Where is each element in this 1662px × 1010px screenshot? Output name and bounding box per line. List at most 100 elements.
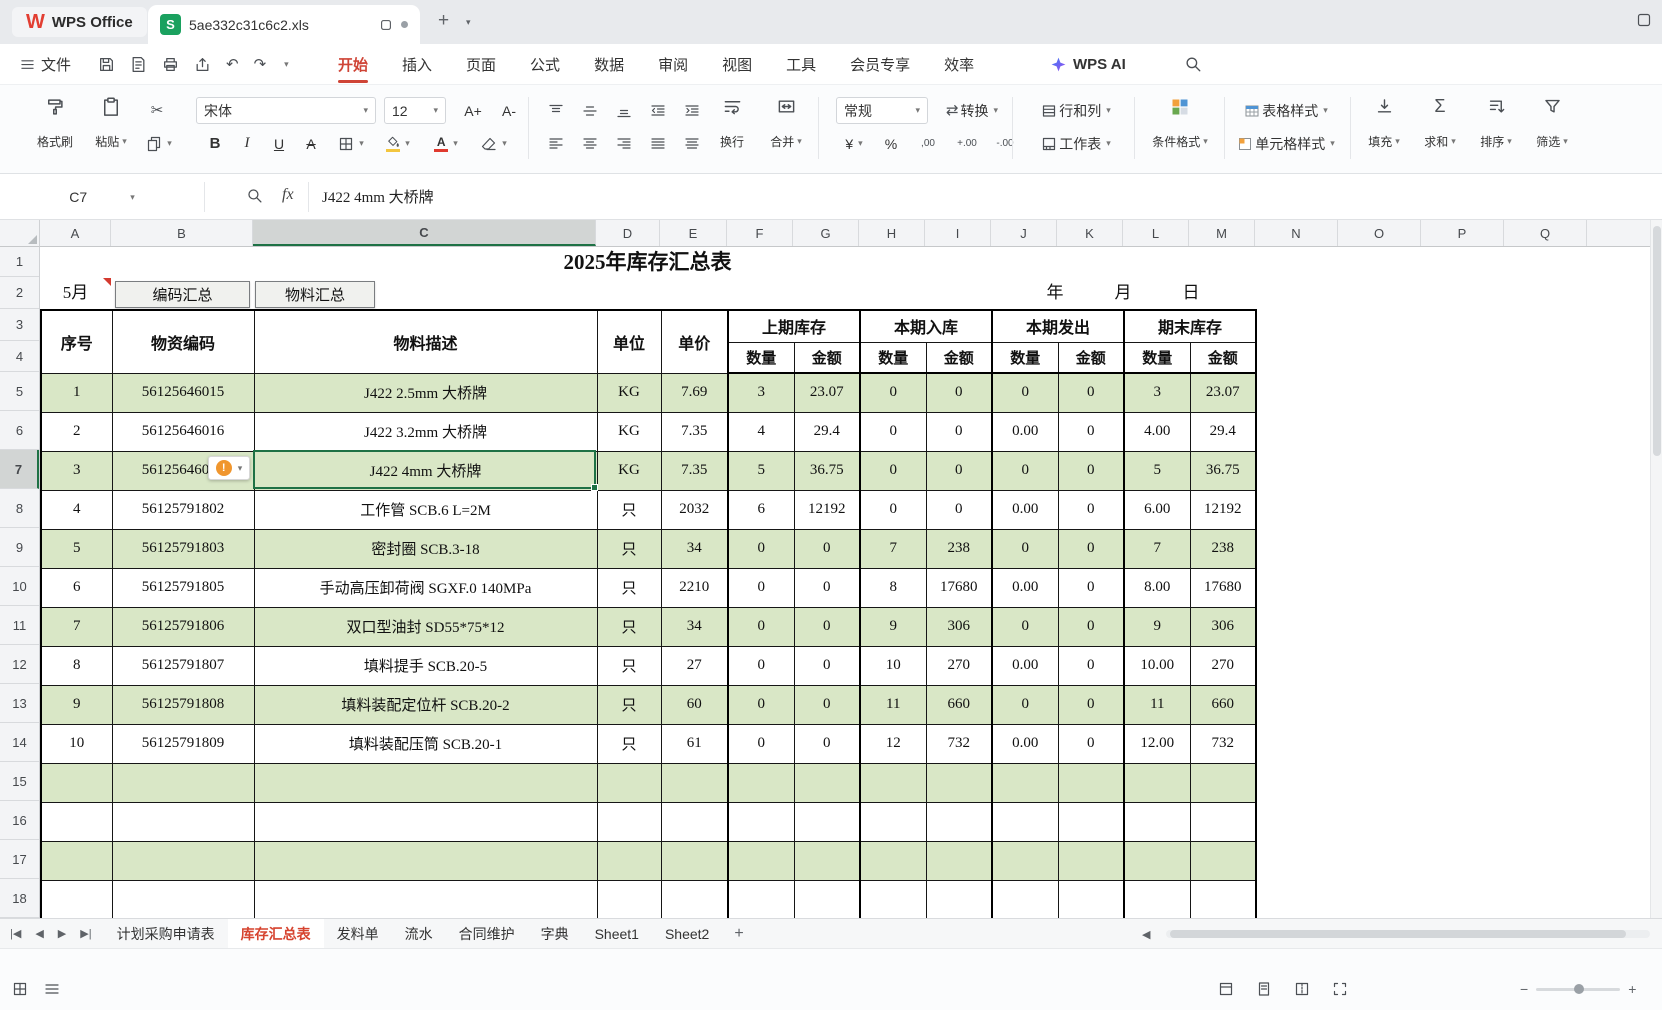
decrease-decimal-button[interactable]: -.00 bbox=[988, 130, 1022, 157]
currency-format-button[interactable]: ¥ ▾ bbox=[836, 130, 872, 157]
wps-home-button[interactable]: W WPS Office bbox=[12, 7, 147, 37]
material-summary-button[interactable]: 物料汇总 bbox=[255, 281, 375, 308]
underline-button[interactable]: U bbox=[264, 130, 294, 157]
file-menu-button[interactable]: 文件 bbox=[20, 52, 71, 76]
header-code[interactable]: 物资编码 bbox=[112, 310, 254, 373]
cell[interactable] bbox=[597, 802, 661, 841]
menu-开始[interactable]: 开始 bbox=[338, 54, 368, 75]
print-preview-button[interactable] bbox=[130, 56, 147, 73]
cell[interactable] bbox=[661, 880, 728, 918]
cell[interactable] bbox=[860, 880, 926, 918]
cell[interactable] bbox=[926, 841, 992, 880]
cell[interactable]: 0 bbox=[1058, 373, 1124, 412]
sheet-tab-计划采购申请表[interactable]: 计划采购申请表 bbox=[104, 919, 228, 949]
cell[interactable] bbox=[661, 763, 728, 802]
row-header-7[interactable]: 7 bbox=[0, 450, 39, 489]
cell[interactable]: 0 bbox=[1058, 724, 1124, 763]
cell[interactable]: 0 bbox=[728, 646, 794, 685]
cell[interactable]: 9 bbox=[1124, 607, 1190, 646]
sheet-tab-发料单[interactable]: 发料单 bbox=[324, 919, 392, 949]
sum-button[interactable]: Σ 求和▾ bbox=[1414, 92, 1466, 154]
row-header-13[interactable]: 13 bbox=[0, 684, 39, 723]
cell-style-button[interactable]: 单元格样式 ▾ bbox=[1228, 130, 1344, 157]
cell[interactable] bbox=[254, 880, 597, 918]
new-tab-button[interactable]: + bbox=[438, 10, 449, 32]
cell[interactable] bbox=[1058, 841, 1124, 880]
sheet-tab-Sheet1[interactable]: Sheet1 bbox=[582, 919, 652, 949]
cell[interactable] bbox=[112, 880, 254, 918]
cell[interactable] bbox=[254, 841, 597, 880]
cell[interactable]: J422 2.5mm 大桥牌 bbox=[254, 373, 597, 412]
cell[interactable]: 12192 bbox=[1190, 490, 1256, 529]
row-header-16[interactable]: 16 bbox=[0, 801, 39, 840]
cell[interactable]: 0 bbox=[926, 412, 992, 451]
column-header-D[interactable]: D bbox=[596, 220, 660, 246]
cell[interactable]: J422 4mm 大桥牌 bbox=[254, 451, 597, 490]
distribute-button[interactable] bbox=[676, 130, 708, 157]
wrap-text-button[interactable]: 换行 bbox=[708, 92, 756, 154]
horizontal-scrollbar[interactable] bbox=[1166, 930, 1650, 938]
cell[interactable] bbox=[661, 802, 728, 841]
row-header-12[interactable]: 12 bbox=[0, 645, 39, 684]
cell[interactable] bbox=[1124, 880, 1190, 918]
cell[interactable]: 双口型油封 SD55*75*12 bbox=[254, 607, 597, 646]
cell[interactable]: 0.00 bbox=[992, 490, 1058, 529]
cell[interactable]: 0 bbox=[1058, 646, 1124, 685]
date-line-cell[interactable]: 年 月 日 bbox=[991, 277, 1255, 309]
cell[interactable]: 6.00 bbox=[1124, 490, 1190, 529]
header-group[interactable]: 上期库存 bbox=[728, 310, 860, 342]
cell[interactable]: 5 bbox=[728, 451, 794, 490]
decrease-font-button[interactable]: A- bbox=[492, 97, 526, 124]
header-amount[interactable]: 金额 bbox=[794, 342, 860, 373]
clear-format-button[interactable]: ▾ bbox=[472, 130, 516, 157]
cell[interactable]: 只 bbox=[597, 724, 661, 763]
cell[interactable]: 只 bbox=[597, 490, 661, 529]
bold-button[interactable]: B bbox=[200, 130, 230, 157]
page-break-view-icon[interactable] bbox=[1294, 981, 1310, 997]
cell[interactable]: 0 bbox=[1058, 412, 1124, 451]
previous-sheet-button[interactable]: ◀ bbox=[35, 927, 43, 940]
cell[interactable]: 7.69 bbox=[661, 373, 728, 412]
cell[interactable] bbox=[41, 841, 112, 880]
header-seq[interactable]: 序号 bbox=[41, 310, 112, 373]
cell[interactable]: 0 bbox=[728, 607, 794, 646]
cell[interactable]: 56125791808 bbox=[112, 685, 254, 724]
cell[interactable] bbox=[794, 841, 860, 880]
cell[interactable]: 0 bbox=[992, 451, 1058, 490]
cell[interactable]: 0 bbox=[1058, 490, 1124, 529]
header-amount[interactable]: 金额 bbox=[926, 342, 992, 373]
cell[interactable]: 17680 bbox=[1190, 568, 1256, 607]
first-sheet-button[interactable]: |◀ bbox=[10, 927, 21, 940]
paste-button[interactable]: 粘贴▾ bbox=[88, 92, 134, 154]
next-sheet-button[interactable]: ▶ bbox=[58, 927, 66, 940]
sheet-canvas[interactable]: 2025年库存汇总表 5月 编码汇总 物料汇总 年 月 日 序号物资编码物料描述… bbox=[40, 247, 1650, 918]
cell[interactable] bbox=[992, 880, 1058, 918]
cell[interactable]: 7 bbox=[1124, 529, 1190, 568]
cell[interactable]: 只 bbox=[597, 568, 661, 607]
cell[interactable]: 270 bbox=[1190, 646, 1256, 685]
cell[interactable]: 61 bbox=[661, 724, 728, 763]
column-header-A[interactable]: A bbox=[40, 220, 111, 246]
menu-效率[interactable]: 效率 bbox=[944, 54, 974, 75]
cell[interactable] bbox=[1058, 763, 1124, 802]
cell[interactable]: 0 bbox=[860, 490, 926, 529]
wps-ai-button[interactable]: WPS AI bbox=[1050, 52, 1126, 76]
row-header-17[interactable]: 17 bbox=[0, 840, 39, 879]
page-layout-view-icon[interactable] bbox=[1256, 981, 1272, 997]
column-header-F[interactable]: F bbox=[727, 220, 793, 246]
cell[interactable]: 0 bbox=[1058, 607, 1124, 646]
vertical-scrollbar[interactable] bbox=[1650, 220, 1662, 918]
align-top-button[interactable] bbox=[540, 97, 572, 124]
row-header-1[interactable]: 1 bbox=[0, 247, 39, 277]
cell[interactable] bbox=[794, 880, 860, 918]
cell[interactable]: 56125791806 bbox=[112, 607, 254, 646]
cell[interactable]: 11 bbox=[860, 685, 926, 724]
fill-handle[interactable] bbox=[591, 484, 598, 491]
cell[interactable] bbox=[1058, 802, 1124, 841]
cell[interactable]: 0 bbox=[794, 529, 860, 568]
header-qty[interactable]: 数量 bbox=[728, 342, 794, 373]
document-tab[interactable]: S 5ae332c31c6c2.xls bbox=[148, 5, 420, 44]
cell[interactable]: 0 bbox=[728, 529, 794, 568]
cell[interactable] bbox=[728, 802, 794, 841]
last-sheet-button[interactable]: ▶| bbox=[80, 927, 91, 940]
